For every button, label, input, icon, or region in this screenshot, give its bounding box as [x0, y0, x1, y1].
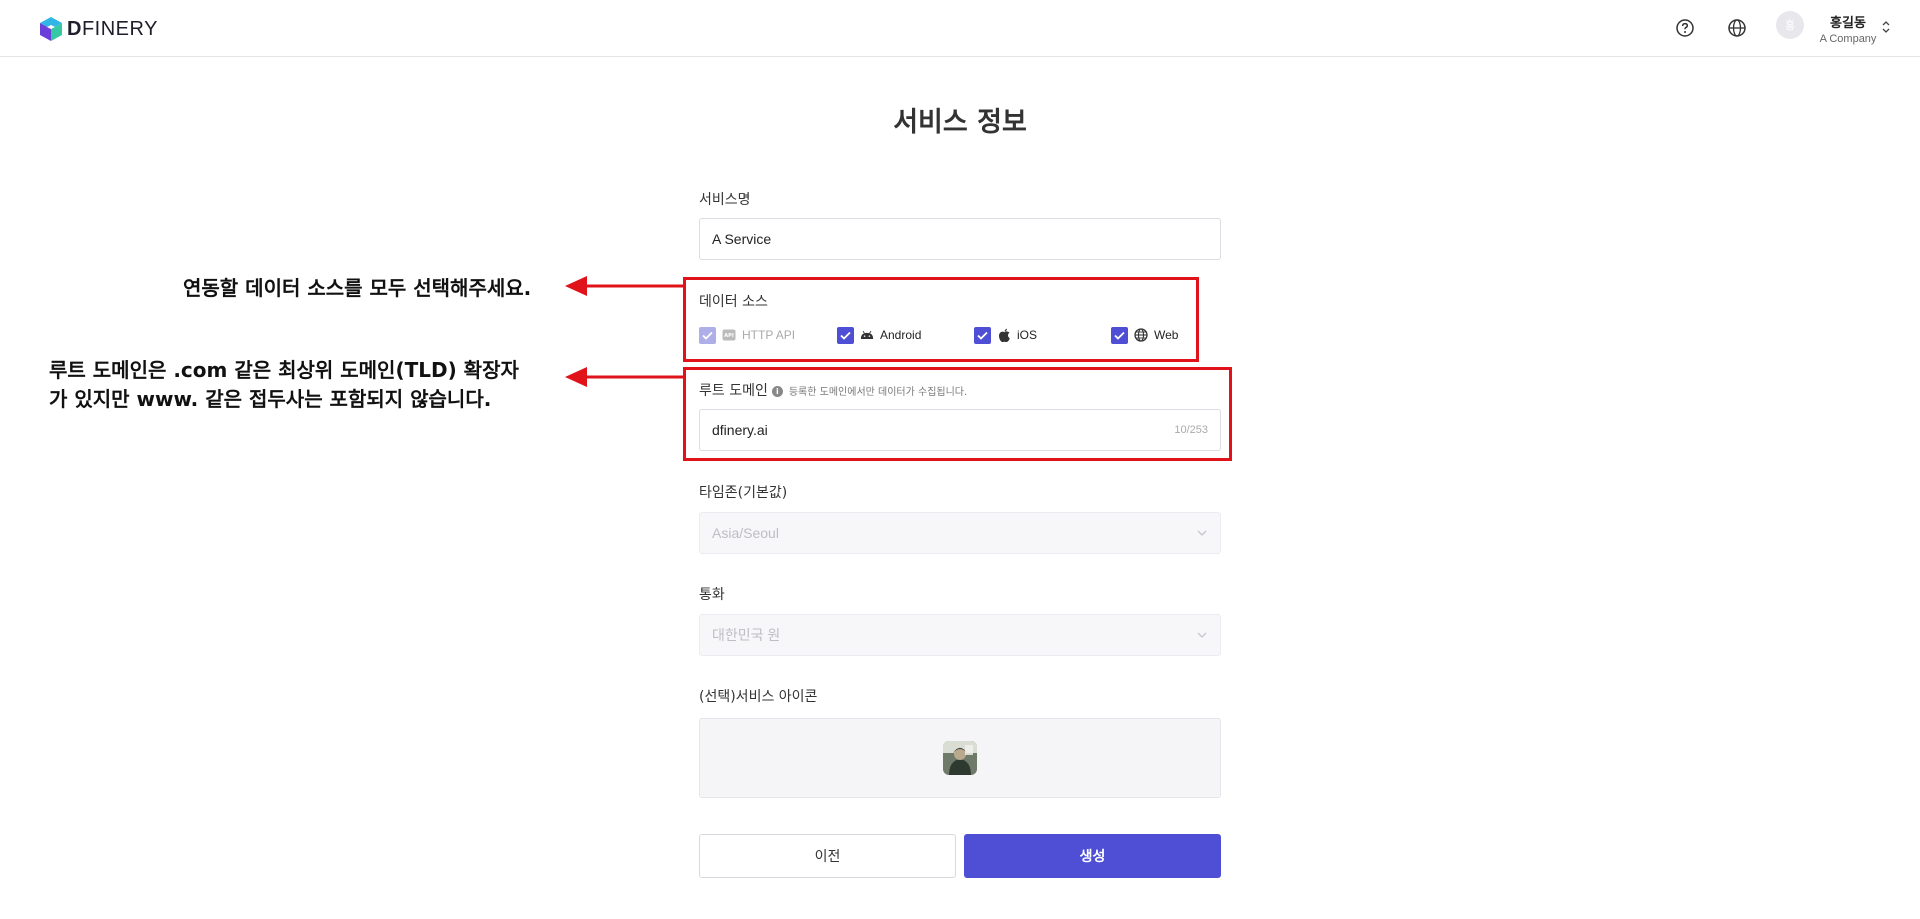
root-domain-annotation: 루트 도메인은 .com 같은 최상위 도메인(TLD) 확장자 가 있지만 w… [49, 356, 519, 414]
root-domain-highlight-box [683, 367, 1232, 461]
arrow-left-icon [565, 276, 685, 296]
data-source-annotation: 연동할 데이터 소스를 모두 선택해주세요. [183, 276, 532, 300]
currency-label: 통화 [699, 587, 725, 603]
chevron-up-down-icon[interactable] [1880, 20, 1892, 34]
top-header: DFINERY 홍 홍길동 A Company [0, 0, 1920, 57]
language-globe-icon[interactable] [1726, 17, 1748, 39]
chevron-down-icon [1197, 632, 1207, 638]
create-button[interactable]: 생성 [964, 834, 1221, 878]
cube-logo-icon [40, 17, 62, 41]
page-title: 서비스 정보 [893, 107, 1027, 138]
root-domain-annotation-line2: 가 있지만 www. 같은 접두사는 포함되지 않습니다. [49, 387, 492, 411]
data-source-highlight-box [683, 277, 1199, 362]
user-name: 홍길동 [1830, 16, 1866, 31]
user-menu[interactable]: 홍길동 A Company [1818, 12, 1878, 45]
service-name-label: 서비스명 [699, 192, 751, 208]
service-icon-image [943, 741, 977, 775]
timezone-value: Asia/Seoul [712, 525, 779, 541]
brand-name: DFINERY [67, 17, 158, 40]
service-name-input[interactable]: A Service [699, 218, 1221, 260]
currency-select: 대한민국 원 [699, 614, 1221, 656]
chevron-down-icon [1197, 530, 1207, 536]
user-avatar[interactable]: 홍 [1776, 11, 1804, 39]
user-company: A Company [1819, 33, 1877, 45]
prev-button[interactable]: 이전 [699, 834, 956, 878]
service-icon-upload[interactable] [699, 718, 1221, 798]
arrow-left-icon [565, 367, 685, 387]
timezone-label: 타임존(기본값) [699, 485, 788, 501]
service-name-value: A Service [712, 231, 772, 247]
timezone-select: Asia/Seoul [699, 512, 1221, 554]
root-domain-annotation-line1: 루트 도메인은 .com 같은 최상위 도메인(TLD) 확장자 [49, 358, 519, 382]
help-icon[interactable] [1674, 17, 1696, 39]
dfinery-logo[interactable]: DFINERY [39, 15, 158, 43]
currency-value: 대한민국 원 [712, 627, 781, 643]
service-icon-label: (선택)서비스 아이콘 [699, 689, 818, 705]
